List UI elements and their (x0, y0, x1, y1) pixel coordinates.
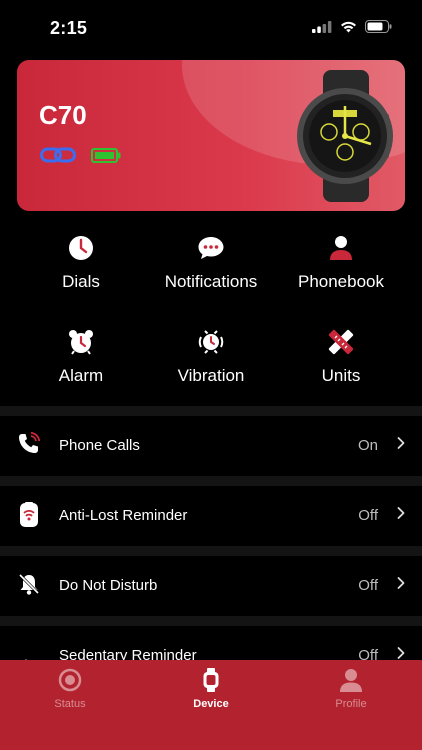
phone-battery-icon (365, 20, 392, 33)
wifi-icon (341, 21, 356, 32)
feature-label: Vibration (177, 366, 245, 385)
tab-label: Status (54, 698, 86, 710)
feature-alarm[interactable]: Alarm (11, 329, 151, 386)
setting-value: On (357, 437, 378, 454)
tab-device[interactable]: Device (141, 668, 281, 710)
tab-profile[interactable]: Profile (281, 668, 421, 710)
feature-label: Notifications (164, 272, 258, 291)
section-divider (0, 406, 422, 416)
bell-off-icon (18, 573, 40, 595)
feature-label: Alarm (58, 366, 104, 385)
tab-label: Profile (335, 698, 367, 710)
phone-icon (19, 432, 41, 453)
chevron-right-icon (397, 577, 405, 589)
setting-label: Anti-Lost Reminder (59, 507, 188, 524)
status-icon (58, 668, 82, 692)
tab-label: Device (193, 698, 229, 710)
section-divider (0, 476, 422, 486)
link-icon (40, 147, 76, 163)
chat-bubble-icon (198, 237, 224, 259)
alarm-clock-icon (69, 330, 93, 355)
setting-anti-lost-reminder[interactable]: Anti-Lost Reminder Off (0, 486, 422, 546)
battery-icon (91, 148, 121, 163)
feature-label: Dials (62, 272, 100, 291)
feature-units[interactable]: Units (271, 329, 411, 386)
anti-lost-icon (20, 502, 38, 527)
setting-label: Phone Calls (59, 437, 140, 454)
feature-notifications[interactable]: Notifications (141, 235, 281, 292)
tab-status[interactable]: Status (0, 668, 140, 710)
ruler-pencil-icon (328, 329, 354, 355)
chevron-right-icon (397, 437, 405, 449)
watch-image (297, 70, 393, 202)
cellular-signal-icon (312, 20, 332, 33)
device-card[interactable]: C70 (17, 60, 405, 211)
setting-do-not-disturb[interactable]: Do Not Disturb Off (0, 556, 422, 616)
status-time: 2:15 (50, 18, 88, 38)
profile-icon (340, 669, 362, 692)
setting-value: Off (358, 507, 378, 524)
setting-phone-calls[interactable]: Phone Calls On (0, 416, 422, 476)
person-icon (330, 236, 352, 260)
setting-label: Do Not Disturb (59, 577, 158, 594)
status-icons (312, 20, 392, 33)
feature-phonebook[interactable]: Phonebook (271, 235, 411, 292)
watch-icon (203, 668, 219, 692)
feature-label: Units (321, 366, 361, 385)
chevron-right-icon (397, 647, 405, 659)
section-divider (0, 546, 422, 556)
device-name: C70 (39, 100, 87, 130)
clock-icon (69, 236, 93, 260)
tab-bar: Status Device Profile (0, 660, 422, 750)
setting-value: Off (358, 577, 378, 594)
section-divider (0, 616, 422, 626)
vibration-icon (198, 330, 224, 354)
feature-label: Phonebook (297, 272, 385, 291)
status-bar: 2:15 (0, 0, 422, 50)
feature-vibration[interactable]: Vibration (141, 329, 281, 386)
feature-dials[interactable]: Dials (11, 235, 151, 292)
chevron-right-icon (397, 507, 405, 519)
